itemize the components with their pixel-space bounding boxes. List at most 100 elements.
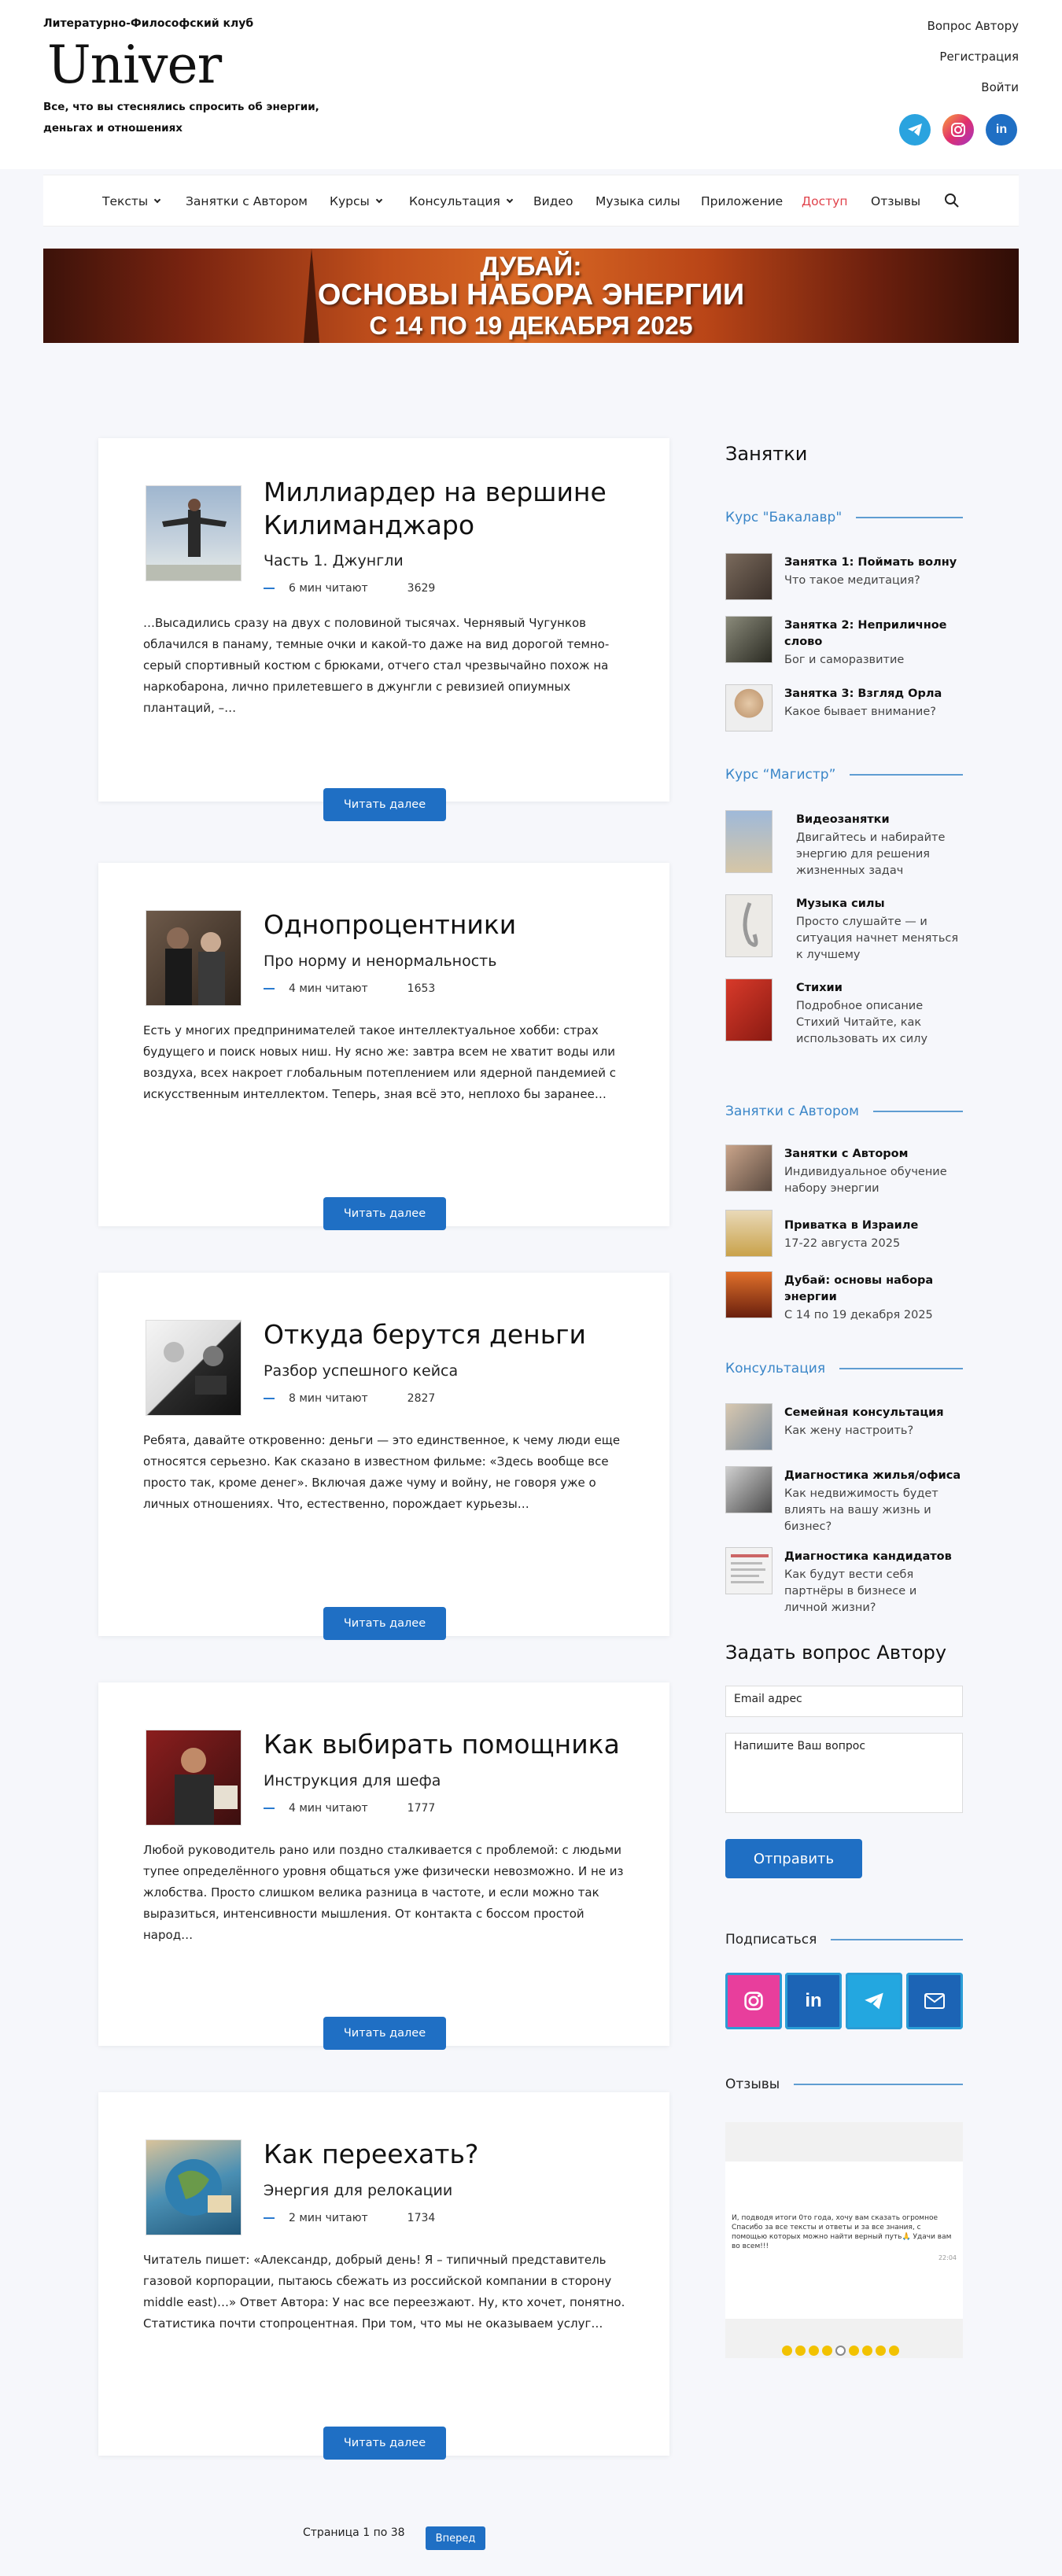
review-time: 22:04 [938,2254,957,2261]
linkedin-icon[interactable]: in [785,1973,842,2029]
item-title: Стихии [796,982,843,994]
item-desc: Просто слушайте — и ситуация начнет меня… [796,916,959,961]
sidebar-heading: Занятки [725,443,808,465]
item-title: Семейная консультация [784,1406,944,1419]
sidebar-item-video-lessons[interactable]: Видеозанятки Двигайтесь и набирайте энер… [725,810,963,877]
post-title[interactable]: Откуда берутся деньги [264,1318,641,1351]
sidebar-item-candidates[interactable]: Диагностика кандидатов Как будут вести с… [725,1547,963,1614]
item-desc: С 14 по 19 декабря 2025 [784,1309,933,1321]
read-time: 4 мин читают [289,1802,368,1815]
post-title[interactable]: Однопроцентники [264,908,641,942]
post-excerpt: Ребята, давайте откровенно: деньги — это… [143,1433,621,1511]
slider-dot[interactable] [795,2346,806,2356]
sidebar-item-elements[interactable]: Стихии Подробное описание Стихий Читайте… [725,978,963,1045]
ask-author-link[interactable]: Вопрос Автору [927,19,1019,33]
post-title[interactable]: Как выбирать помощника [264,1728,641,1761]
nav-item-app[interactable]: Приложение [701,194,783,208]
post-thumbnail[interactable] [146,1320,242,1416]
instagram-icon[interactable] [942,114,974,146]
site-logo[interactable]: Univer [47,35,222,95]
section-master[interactable]: Курс “Магистр” [725,767,963,783]
post-title[interactable]: Как переехать? [264,2138,641,2171]
reviews-heading: Отзывы [725,2077,963,2092]
sidebar-item-lesson-1[interactable]: Занятка 1: Поймать волну Что такое медит… [725,553,963,608]
telegram-icon[interactable] [846,1973,902,2029]
post-card: Откуда берутся деньги Разбор успешного к… [98,1273,669,1640]
slider-dot-active[interactable] [835,2346,846,2356]
slider-dot[interactable] [876,2346,886,2356]
nav-item-reviews[interactable]: Отзывы [871,194,920,208]
post-thumbnail[interactable] [146,1730,242,1826]
sidebar-item-family[interactable]: Семейная консультация Как жену настроить… [725,1403,963,1458]
item-thumbnail [725,1547,773,1594]
sidebar-item-israel[interactable]: Приватка в Израиле 17-22 августа 2025 [725,1210,963,1265]
item-title: Занятка 3: Взгляд Орла [784,687,942,700]
read-more-button[interactable]: Читать далее [323,1607,446,1640]
login-link[interactable]: Войти [981,80,1019,94]
post-excerpt: Есть у многих предпринимателей такое инт… [143,1023,616,1101]
item-desc: Как будут вести себя партнёры в бизнесе … [784,1568,917,1614]
nav-item-with-author[interactable]: Занятки с Автором [186,194,308,208]
view-count: 2827 [407,1392,436,1405]
read-time: 2 мин читают [289,2212,368,2224]
nav-item-access[interactable]: Доступ [802,194,847,208]
item-thumbnail [725,1210,773,1257]
telegram-icon[interactable] [899,114,931,146]
lesson-thumbnail [725,616,773,663]
post-meta: 4 мин читают 1777 [264,1802,435,1815]
video-thumbnail [725,810,773,873]
nav-item-texts[interactable]: Тексты [102,194,161,208]
register-link[interactable]: Регистрация [939,50,1019,64]
post-title[interactable]: Миллиардер на вершине Килиманджаро [264,476,641,542]
read-more-button[interactable]: Читать далее [323,2427,446,2460]
post-thumbnail[interactable] [146,910,242,1006]
sidebar-item-lesson-3[interactable]: Занятка 3: Взгляд Орла Какое бывает вним… [725,684,963,739]
item-desc: Как жену настроить? [784,1424,914,1437]
slider-dot[interactable] [782,2346,792,2356]
nav-item-video[interactable]: Видео [533,194,573,208]
read-more-button[interactable]: Читать далее [323,788,446,821]
read-more-button[interactable]: Читать далее [323,2017,446,2050]
next-page-button[interactable]: Вперед [426,2526,485,2550]
item-desc: Подробное описание Стихий Читайте, как и… [796,1000,928,1045]
promo-banner[interactable]: ДУБАЙ: ОСНОВЫ НАБОРА ЭНЕРГИИ С 14 ПО 19 … [43,249,1019,343]
post-excerpt: …Высадились сразу на двух с половиной ты… [143,616,610,715]
nav-item-courses[interactable]: Курсы [330,194,383,208]
slider-dot[interactable] [849,2346,859,2356]
read-more-button[interactable]: Читать далее [323,1197,446,1230]
mail-icon[interactable] [906,1973,963,2029]
item-title: Занятки с Автором [784,1148,909,1160]
chevron-down-icon [506,196,514,204]
search-icon[interactable] [944,193,960,212]
slider-dot[interactable] [809,2346,819,2356]
section-bachelor[interactable]: Курс "Бакалавр" [725,510,963,525]
linkedin-icon[interactable]: in [986,114,1017,146]
sidebar-item-lesson-2[interactable]: Занятка 2: Неприличное слово Бог и самор… [725,616,963,671]
nav-item-consultation[interactable]: Консультация [409,194,514,208]
sidebar-item-dubai[interactable]: Дубай: основы набора энергии С 14 по 19 … [725,1271,963,1326]
slider-dot[interactable] [822,2346,832,2356]
sidebar-item-music[interactable]: Музыка силы Просто слушайте — и ситуация… [725,894,963,961]
slider-dot[interactable] [889,2346,899,2356]
item-desc: Какое бывает внимание? [784,706,936,718]
slider-dot[interactable] [862,2346,872,2356]
review-slider[interactable]: И, подводя итоги 0то года, хочу вам сказ… [725,2122,963,2358]
sidebar-item-home-diagnostics[interactable]: Диагностика жилья/офиса Как недвижимость… [725,1466,963,1533]
instagram-icon[interactable] [725,1973,782,2029]
post-thumbnail[interactable] [146,485,242,581]
lesson-thumbnail [725,553,773,600]
post-thumbnail[interactable] [146,2139,242,2235]
nav-item-music[interactable]: Музыка силы [596,194,680,208]
post-meta: 4 мин читают 1653 [264,982,435,995]
section-consultation[interactable]: Консультация [725,1361,963,1376]
section-with-author[interactable]: Занятки с Автором [725,1104,963,1119]
sidebar-item-author-lessons[interactable]: Занятки с Автором Индивидуальное обучени… [725,1144,963,1200]
email-field[interactable]: Email адрес [725,1686,963,1717]
item-title: Диагностика жилья/офиса [784,1469,961,1482]
send-button[interactable]: Отправить [725,1839,862,1878]
item-thumbnail [725,1144,773,1192]
subscribe-heading: Подписаться [725,1932,963,1948]
question-field[interactable]: Напишите Ваш вопрос [725,1733,963,1813]
review-text: И, подводя итоги 0то года, хочу вам сказ… [732,2214,952,2250]
item-desc: Двигайтесь и набирайте энергию для решен… [796,831,946,877]
